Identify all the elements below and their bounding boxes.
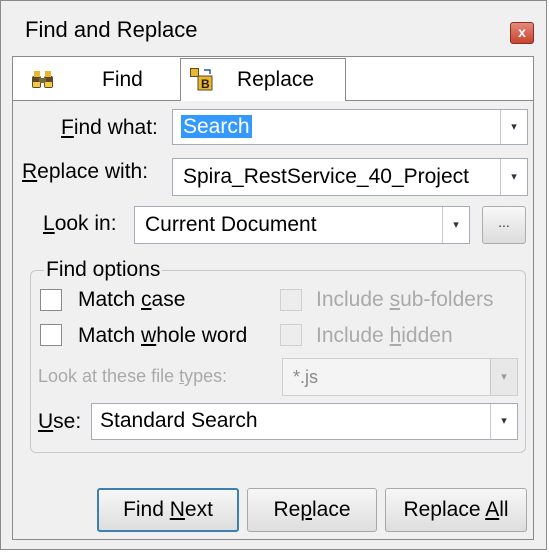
find-next-button[interactable]: Find Next (97, 488, 239, 532)
file-types-label: Look at these file types: (38, 366, 228, 386)
active-tab-gap (181, 100, 345, 101)
replace-icon: B (190, 68, 213, 91)
window-title: Find and Replace (25, 17, 198, 42)
find-what-combobox[interactable]: Search ▾ (172, 109, 528, 145)
chevron-down-icon[interactable]: ▾ (500, 110, 527, 144)
match-whole-word-checkbox[interactable] (40, 324, 62, 346)
include-subfolders-checkbox[interactable] (280, 289, 302, 311)
chevron-down-icon: ▾ (490, 359, 517, 395)
look-in-combobox[interactable]: Current Document ▾ (134, 206, 470, 244)
use-label: Use: (38, 410, 82, 433)
look-in-value: Current Document (145, 213, 317, 236)
replace-button[interactable]: Replace (247, 488, 377, 532)
replace-all-button[interactable]: Replace All (385, 488, 527, 532)
use-combobox[interactable]: Standard Search ▾ (91, 403, 518, 440)
tab-find-label: Find (102, 68, 143, 91)
look-in-label: Look in: (43, 212, 117, 235)
include-hidden-checkbox[interactable] (280, 324, 302, 346)
use-value: Standard Search (100, 409, 258, 432)
replace-with-combobox[interactable]: Spira_RestService_40_Project ▾ (172, 158, 528, 196)
tab-find[interactable]: Find (14, 60, 179, 100)
tab-replace[interactable]: B Replace (180, 58, 346, 101)
match-whole-word-label[interactable]: Match whole word (78, 324, 247, 348)
find-what-value: Search (181, 115, 252, 138)
match-case-checkbox[interactable] (40, 289, 62, 311)
find-options-legend: Find options (44, 258, 163, 282)
svg-text:B: B (201, 77, 210, 91)
include-subfolders-label: Include sub-folders (316, 288, 494, 311)
title-bar[interactable]: Find and Replace x (1, 1, 546, 59)
browse-button[interactable]: ... (482, 206, 526, 244)
file-types-combobox[interactable]: *.js ▾ (282, 358, 518, 396)
match-case-label[interactable]: Match case (78, 288, 185, 312)
close-icon: x (518, 24, 526, 40)
chevron-down-icon[interactable]: ▾ (500, 159, 527, 195)
close-button[interactable]: x (510, 22, 534, 44)
include-hidden-label: Include hidden (316, 324, 453, 347)
binoculars-icon (32, 71, 53, 88)
chevron-down-icon[interactable]: ▾ (442, 207, 469, 243)
file-types-value: *.js (293, 367, 319, 387)
chevron-down-icon[interactable]: ▾ (490, 404, 517, 439)
find-what-label: Find what: (61, 116, 158, 139)
replace-with-value: Spira_RestService_40_Project (183, 165, 469, 188)
replace-with-label: Replace with: (22, 160, 149, 183)
tab-replace-label: Replace (237, 68, 315, 91)
